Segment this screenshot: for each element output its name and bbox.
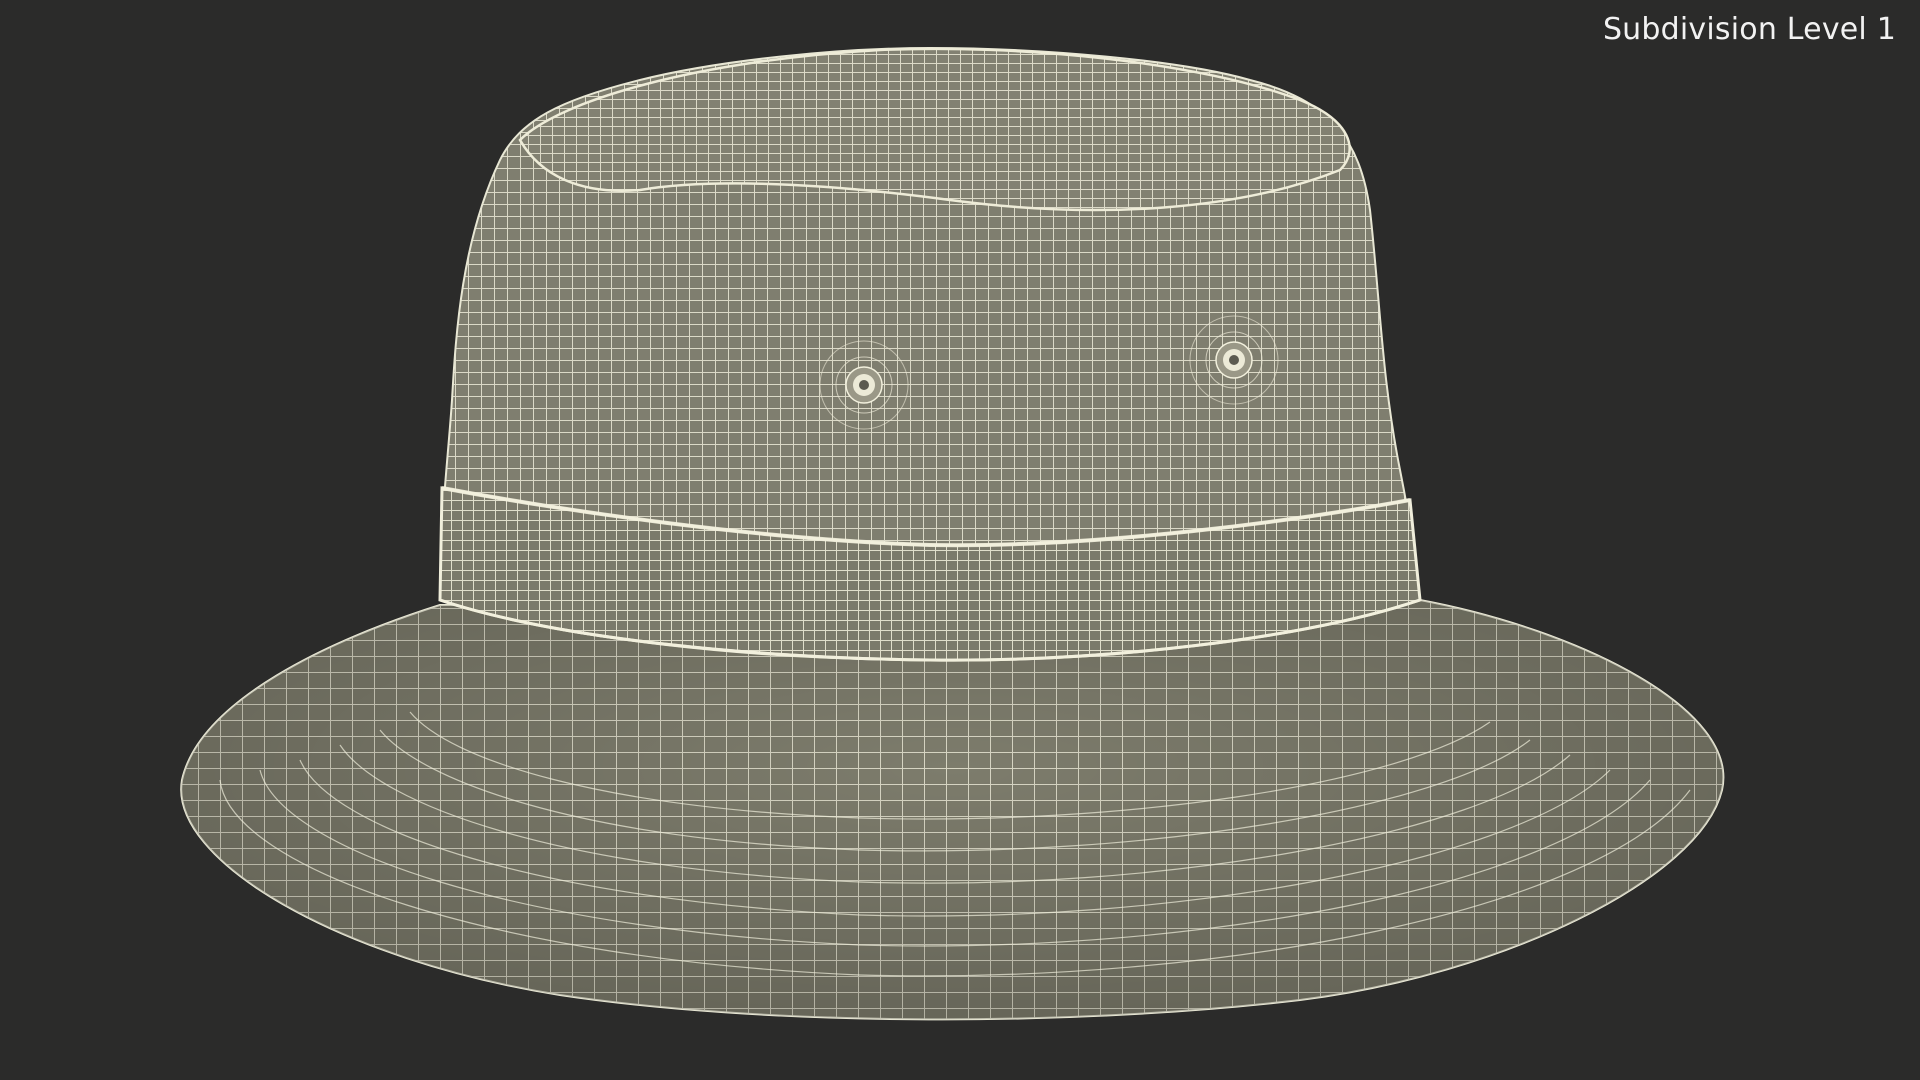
hat-brim (180, 598, 1725, 1021)
hat-wireframe-render (180, 46, 1725, 1021)
3d-viewport[interactable]: Subdivision Level 1 (0, 0, 1920, 1080)
